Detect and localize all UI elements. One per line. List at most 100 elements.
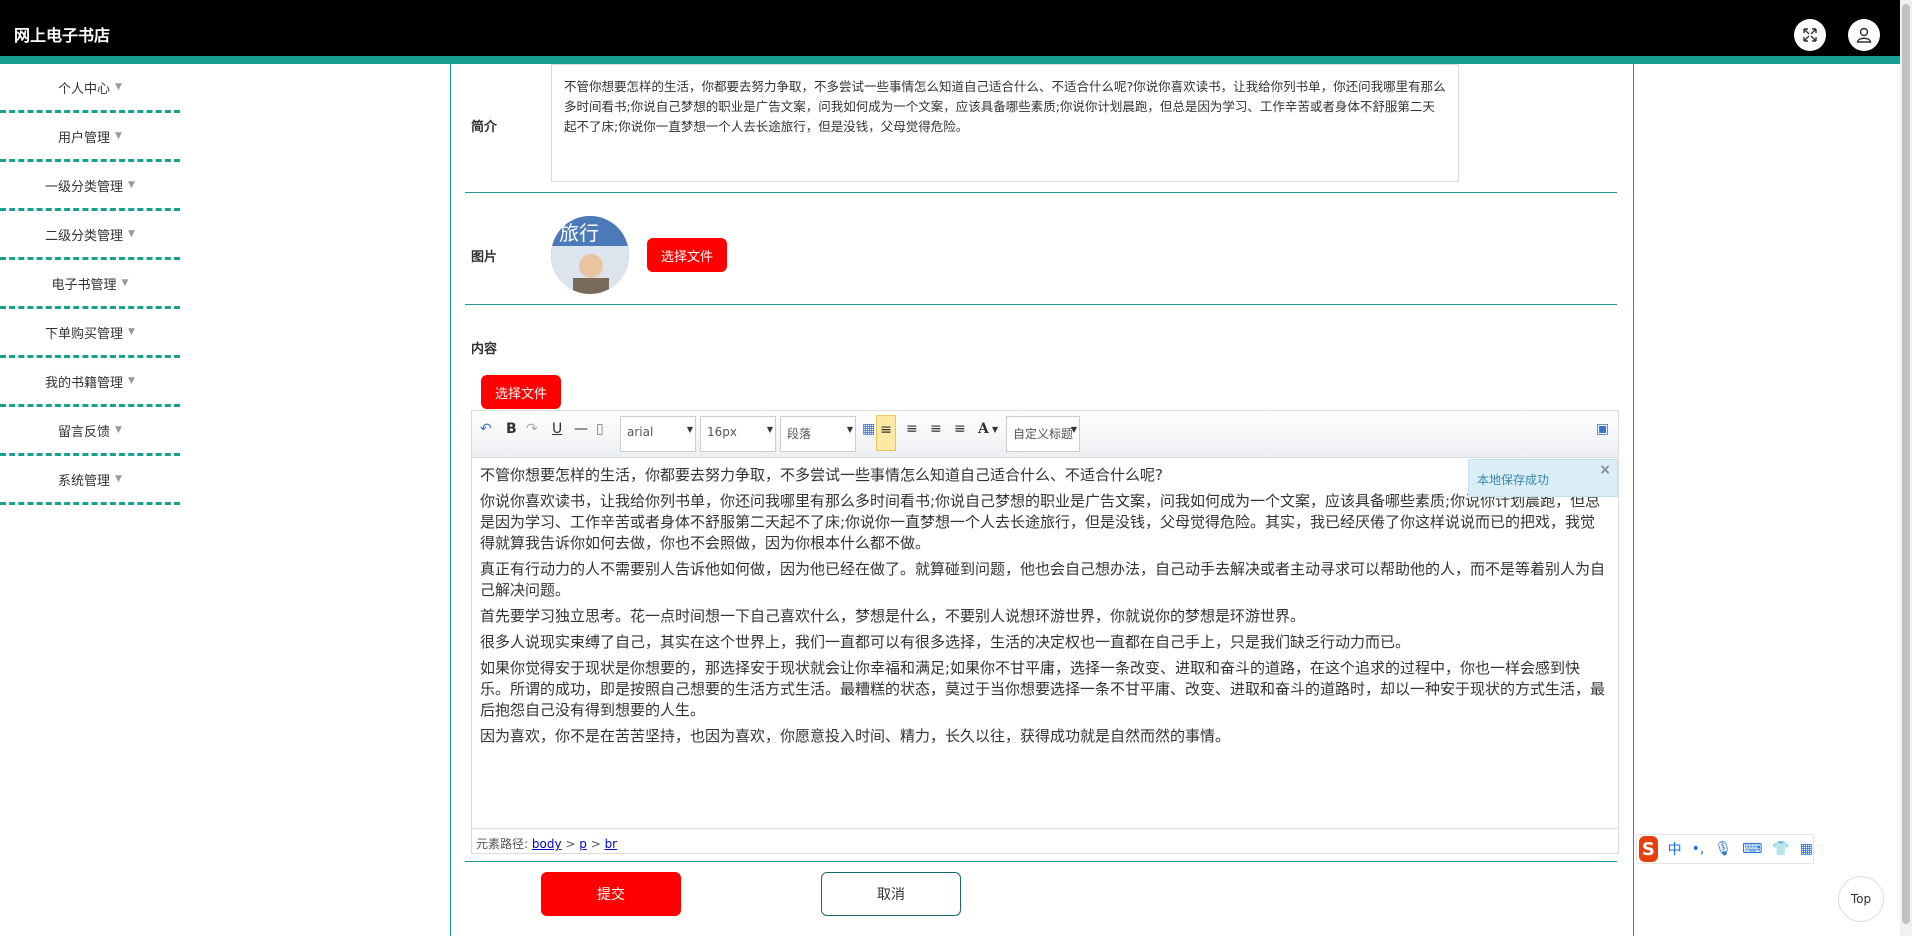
editor-toolbar: ↶ B ↷ U — ▯ arial ▼ 16px ▼ 段落 ▼ ▦ ≡ ≡ ≡ ≡ A… xyxy=(472,411,1618,458)
sidebar-item-system[interactable]: 系统管理 ▼ xyxy=(0,456,180,505)
top-bar: 网上电子书店 xyxy=(0,0,1900,64)
caret-down-icon: ▼ xyxy=(115,131,122,141)
caret-down-icon: ▼ xyxy=(128,180,135,190)
horizontal-rule-icon[interactable]: — xyxy=(574,421,588,437)
dropdown-arrow-icon: ▼ xyxy=(766,425,773,434)
font-color-icon[interactable]: A xyxy=(978,421,989,437)
sidebar-item-label: 个人中心 xyxy=(58,81,111,97)
ime-mode-label[interactable]: 中 xyxy=(1668,839,1682,859)
user-icon xyxy=(1856,27,1872,43)
content-paragraph: 不管你想要怎样的生活，你都要去努力争取，不多尝试一些事情怎么知道自己适合什么、不… xyxy=(480,466,1163,484)
undo-icon[interactable]: ↶ xyxy=(480,421,492,437)
sidebar-item-user-management[interactable]: 用户管理 ▼ xyxy=(0,113,180,162)
expand-icon xyxy=(1803,28,1817,42)
dropdown-arrow-icon: ▼ xyxy=(1070,425,1077,434)
image-label: 图片 xyxy=(471,250,498,265)
dropdown-arrow-icon: ▼ xyxy=(686,425,693,434)
divider xyxy=(465,861,1617,862)
cover-image: 旅行 xyxy=(551,216,629,294)
content-paragraph: 很多人说现实束缚了自己，其实在这个世界上，我们一直都可以有很多选择，生活的决定权… xyxy=(480,633,1411,651)
sidebar-item-level2-category[interactable]: 二级分类管理 ▼ xyxy=(0,211,180,260)
dropdown-arrow-icon[interactable]: ▼ xyxy=(992,425,998,434)
caret-down-icon: ▼ xyxy=(115,425,122,435)
sidebar-item-order-management[interactable]: 下单购买管理 ▼ xyxy=(0,309,180,358)
font-size-value: 16px xyxy=(707,425,737,439)
editor-content[interactable]: 不管你想要怎样的生活，你都要去努力争取，不多尝试一些事情怎么知道自己适合什么、不… xyxy=(480,465,1605,752)
sidebar-item-feedback[interactable]: 留言反馈 ▼ xyxy=(0,407,180,456)
punctuation-icon[interactable]: •, xyxy=(1692,841,1705,857)
paragraph-select[interactable]: 段落 ▼ xyxy=(780,416,856,452)
intro-textarea[interactable]: 不管你想要怎样的生活，你都要去努力争取，不多尝试一些事情怎么知道自己适合什么、不… xyxy=(551,64,1459,182)
toast-message: 本地保存成功 xyxy=(1477,473,1550,487)
content-paragraph: 如果你觉得安于现状是你想要的，那选择安于现状就会让你幸福和满足;如果你不甘平庸，… xyxy=(480,659,1606,719)
user-button[interactable] xyxy=(1848,19,1880,51)
caret-down-icon: ▼ xyxy=(128,229,135,239)
microphone-icon[interactable]: 🎙 xyxy=(1714,841,1732,857)
content-paragraph: 首先要学习独立思考。花一点时间想一下自己喜欢什么，梦想是什么，不要别人说想环游世… xyxy=(480,607,1306,625)
paragraph-value: 段落 xyxy=(787,427,812,441)
content-label: 内容 xyxy=(471,342,498,357)
keyboard-icon[interactable]: ⌨ xyxy=(1742,841,1762,857)
sidebar-item-label: 我的书籍管理 xyxy=(45,375,124,391)
content-choose-file-button[interactable]: 选择文件 xyxy=(481,375,561,409)
align-left-icon[interactable]: ≡ xyxy=(876,415,896,451)
sidebar-item-my-books[interactable]: 我的书籍管理 ▼ xyxy=(0,358,180,407)
submit-button[interactable]: 提交 xyxy=(541,872,681,916)
sidebar-item-label: 用户管理 xyxy=(58,130,111,146)
content-paragraph: 你说你喜欢读书，让我给你列书单，你还问我哪里有那么多时间看书;你说自己梦想的职业… xyxy=(480,492,1601,552)
path-label: 元素路径: xyxy=(476,837,529,851)
app-title: 网上电子书店 xyxy=(14,26,111,45)
save-toast: 本地保存成功 × xyxy=(1468,459,1618,497)
bold-icon[interactable]: B xyxy=(506,421,517,437)
svg-text:旅行: 旅行 xyxy=(559,221,599,245)
align-justify-icon[interactable]: ≡ xyxy=(954,421,966,437)
dropdown-arrow-icon: ▼ xyxy=(846,425,853,434)
sidebar: 个人中心 ▼ 用户管理 ▼ 一级分类管理 ▼ 二级分类管理 ▼ 电子书管理 ▼ 下单购买管… xyxy=(0,64,180,505)
font-size-select[interactable]: 16px ▼ xyxy=(700,416,776,452)
caret-down-icon: ▼ xyxy=(121,278,129,288)
toolbox-icon[interactable]: ▦ xyxy=(1800,841,1813,857)
align-right-icon[interactable]: ≡ xyxy=(930,421,942,437)
custom-title-select[interactable]: 自定义标题 ▼ xyxy=(1006,416,1080,452)
path-link-br[interactable]: br xyxy=(605,837,618,851)
sidebar-item-label: 下单购买管理 xyxy=(45,326,124,342)
scrollbar-thumb[interactable] xyxy=(1902,4,1910,924)
sidebar-item-personal-center[interactable]: 个人中心 ▼ xyxy=(0,64,180,113)
header-accent-bar xyxy=(0,56,1900,64)
caret-down-icon: ▼ xyxy=(115,82,122,92)
align-center-icon[interactable]: ≡ xyxy=(906,421,918,437)
preview-icon[interactable]: ▣ xyxy=(1596,421,1609,437)
font-family-select[interactable]: arial ▼ xyxy=(620,416,696,452)
sidebar-item-label: 电子书管理 xyxy=(51,277,117,293)
fullscreen-button[interactable] xyxy=(1794,19,1826,51)
intro-label: 简介 xyxy=(471,120,498,135)
caret-down-icon: ▼ xyxy=(128,327,135,337)
image-choose-file-button[interactable]: 选择文件 xyxy=(647,238,727,272)
path-link-body[interactable]: body xyxy=(532,837,562,851)
rich-text-editor: ↶ B ↷ U — ▯ arial ▼ 16px ▼ 段落 ▼ ▦ ≡ ≡ ≡ ≡ A… xyxy=(471,410,1619,854)
sidebar-item-label: 系统管理 xyxy=(58,473,111,489)
divider xyxy=(465,304,1617,305)
skin-icon[interactable]: 👕 xyxy=(1772,841,1789,857)
sidebar-item-ebook-management[interactable]: 电子书管理 ▼ xyxy=(0,260,180,309)
underline-icon[interactable]: U xyxy=(552,421,562,437)
close-icon[interactable]: × xyxy=(1599,462,1611,478)
sogou-logo-icon[interactable]: S xyxy=(1639,836,1658,862)
caret-down-icon: ▼ xyxy=(128,376,135,386)
table-icon[interactable]: ▦ xyxy=(862,421,875,437)
form-panel: 简介 不管你想要怎样的生活，你都要去努力争取，不多尝试一些事情怎么知道自己适合什… xyxy=(450,64,1634,936)
element-path-bar: 元素路径: body > p > br xyxy=(472,828,1618,853)
sidebar-item-label: 留言反馈 xyxy=(58,424,111,440)
custom-title-value: 自定义标题 xyxy=(1013,427,1074,441)
sidebar-item-label: 二级分类管理 xyxy=(45,228,124,244)
redo-icon[interactable]: ↷ xyxy=(526,421,538,437)
divider xyxy=(465,192,1617,193)
back-to-top-button[interactable]: Top xyxy=(1838,876,1884,922)
sidebar-item-level1-category[interactable]: 一级分类管理 ▼ xyxy=(0,162,180,211)
cancel-button[interactable]: 取消 xyxy=(821,872,961,916)
page-icon[interactable]: ▯ xyxy=(596,421,604,437)
path-link-p[interactable]: p xyxy=(579,837,587,851)
page-scrollbar[interactable] xyxy=(1900,0,1912,936)
font-family-value: arial xyxy=(627,425,654,439)
content-paragraph: 真正有行动力的人不需要别人告诉他如何做，因为他已经在做了。就算碰到问题，他也会自… xyxy=(480,560,1606,599)
